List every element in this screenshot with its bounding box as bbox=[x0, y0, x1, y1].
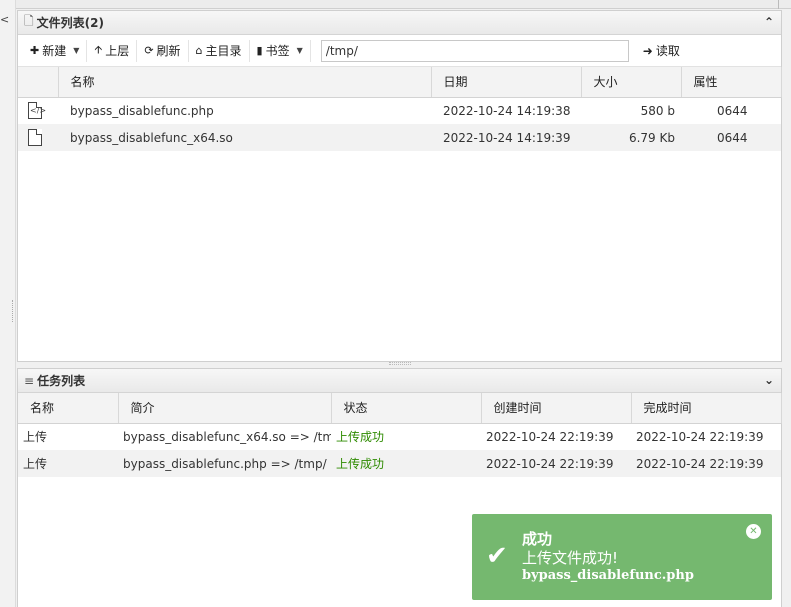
chevron-down-icon[interactable]: ⌄ bbox=[764, 373, 774, 387]
task-name: 上传 bbox=[23, 430, 48, 445]
column-header-finished[interactable]: 完成时间 bbox=[631, 393, 782, 424]
success-toast: ✔ 成功 上传文件成功! bypass_disablefunc.php ✕ bbox=[472, 514, 772, 600]
task-finished: 2022-10-24 22:19:39 bbox=[631, 450, 781, 477]
up-level-label: 上层 bbox=[105, 44, 130, 58]
column-header-size[interactable]: 大小 bbox=[581, 67, 682, 98]
file-name[interactable]: bypass_disablefunc_x64.so bbox=[58, 124, 431, 151]
toast-message: 上传文件成功! bbox=[522, 549, 619, 567]
bookmark-label: 书签 bbox=[265, 44, 290, 58]
file-panel-title: 文件列表(2) bbox=[36, 16, 104, 30]
file-outline-icon: 🗋 bbox=[24, 14, 34, 28]
caret-down-icon: ▼ bbox=[73, 46, 80, 55]
up-level-button[interactable]: 🡩 上层 bbox=[87, 39, 138, 62]
table-row[interactable]: </> bypass_disablefunc.php 2022-10-24 14… bbox=[18, 97, 781, 124]
task-status: 上传成功 bbox=[331, 450, 481, 477]
arrow-right-icon: ➜ bbox=[642, 43, 653, 58]
read-button[interactable]: ➜ 读取 bbox=[633, 40, 694, 62]
chevron-up-icon[interactable]: ⌃ bbox=[764, 15, 774, 29]
task-created: 2022-10-24 22:19:39 bbox=[481, 450, 631, 477]
task-panel-title: 任务列表 bbox=[37, 374, 86, 388]
file-table: 名称 日期 大小 属性 </> bypass_disablefunc.php 2… bbox=[18, 67, 782, 151]
column-header-date[interactable]: 日期 bbox=[431, 67, 582, 98]
column-header-name[interactable]: 名称 bbox=[18, 393, 119, 424]
close-icon[interactable]: ✕ bbox=[746, 524, 761, 539]
file-attr: 0644 bbox=[681, 124, 781, 151]
file-toolbar: ✚ 新建 ▼ 🡩 上层 ⟳ 刷新 ⌂ 主目录 ▮ 书签 ▼ ➜ 读取 bbox=[18, 35, 781, 67]
bookmark-button[interactable]: ▮ 书签 ▼ bbox=[250, 39, 311, 62]
toast-filename: bypass_disablefunc.php bbox=[522, 568, 694, 583]
file-panel-header[interactable]: 🗋 文件列表(2) ⌃ bbox=[18, 11, 781, 35]
refresh-icon: ⟳ bbox=[144, 44, 154, 57]
file-list-panel: 🗋 文件列表(2) ⌃ ✚ 新建 ▼ 🡩 上层 ⟳ 刷新 ⌂ 主目录 ▮ 书签 … bbox=[17, 10, 782, 362]
refresh-button[interactable]: ⟳ 刷新 bbox=[137, 39, 189, 62]
file-icon bbox=[28, 129, 42, 146]
task-desc: bypass_disablefunc_x64.so => /tmp/ bbox=[123, 429, 331, 444]
toast-title: 成功 bbox=[522, 530, 553, 548]
table-row[interactable]: 上传 bypass_disablefunc_x64.so => /tmp/ 上传… bbox=[18, 423, 781, 450]
refresh-label: 刷新 bbox=[156, 44, 181, 58]
column-header-name[interactable]: 名称 bbox=[58, 67, 432, 98]
top-panel-strip bbox=[16, 0, 791, 9]
task-created: 2022-10-24 22:19:39 bbox=[486, 429, 614, 444]
table-row[interactable]: 上传 bypass_disablefunc.php => /tmp/ 上传成功 … bbox=[18, 450, 781, 477]
column-header-desc[interactable]: 简介 bbox=[118, 393, 332, 424]
task-finished: 2022-10-24 22:19:39 bbox=[636, 429, 764, 444]
column-header-attr[interactable]: 属性 bbox=[681, 67, 782, 98]
list-icon: ≡ bbox=[24, 373, 35, 388]
task-name: 上传 bbox=[18, 450, 118, 477]
table-row[interactable]: bypass_disablefunc_x64.so 2022-10-24 14:… bbox=[18, 124, 781, 151]
file-date: 2022-10-24 14:19:39 bbox=[431, 124, 581, 151]
chevron-left-icon[interactable]: < bbox=[0, 13, 9, 26]
home-label: 主目录 bbox=[205, 44, 242, 58]
path-input[interactable] bbox=[320, 39, 629, 62]
file-size: 6.79 Kb bbox=[581, 124, 681, 151]
task-panel-header[interactable]: ≡ 任务列表 ⌄ bbox=[18, 369, 781, 393]
task-desc: bypass_disablefunc.php => /tmp/ bbox=[118, 450, 331, 477]
column-header-created[interactable]: 创建时间 bbox=[481, 393, 632, 424]
bookmark-icon: ▮ bbox=[256, 44, 263, 57]
plus-circle-icon: ✚ bbox=[30, 44, 40, 57]
file-name[interactable]: bypass_disablefunc.php bbox=[58, 97, 431, 124]
home-button[interactable]: ⌂ 主目录 bbox=[189, 39, 250, 62]
read-label: 读取 bbox=[655, 44, 680, 58]
task-status: 上传成功 bbox=[336, 430, 385, 445]
column-header-icon bbox=[18, 67, 59, 98]
file-attr: 0644 bbox=[717, 103, 748, 118]
task-table: 名称 简介 状态 创建时间 完成时间 上传 bypass_disablefunc… bbox=[18, 393, 782, 477]
php-file-icon: </> bbox=[28, 102, 46, 120]
file-date: 2022-10-24 14:19:38 bbox=[443, 103, 571, 118]
left-sidebar-strip: < bbox=[0, 0, 16, 607]
panel-resize-handle[interactable] bbox=[389, 362, 411, 365]
splitter-handle[interactable] bbox=[12, 300, 14, 322]
file-size: 580 b bbox=[640, 103, 675, 118]
check-icon: ✔ bbox=[486, 541, 508, 571]
column-header-status[interactable]: 状态 bbox=[331, 393, 482, 424]
new-button-label: 新建 bbox=[42, 44, 67, 58]
arrow-up-icon: 🡩 bbox=[94, 43, 103, 56]
new-button[interactable]: ✚ 新建 ▼ bbox=[23, 39, 88, 62]
home-icon: ⌂ bbox=[195, 44, 203, 57]
caret-down-icon: ▼ bbox=[296, 46, 303, 55]
